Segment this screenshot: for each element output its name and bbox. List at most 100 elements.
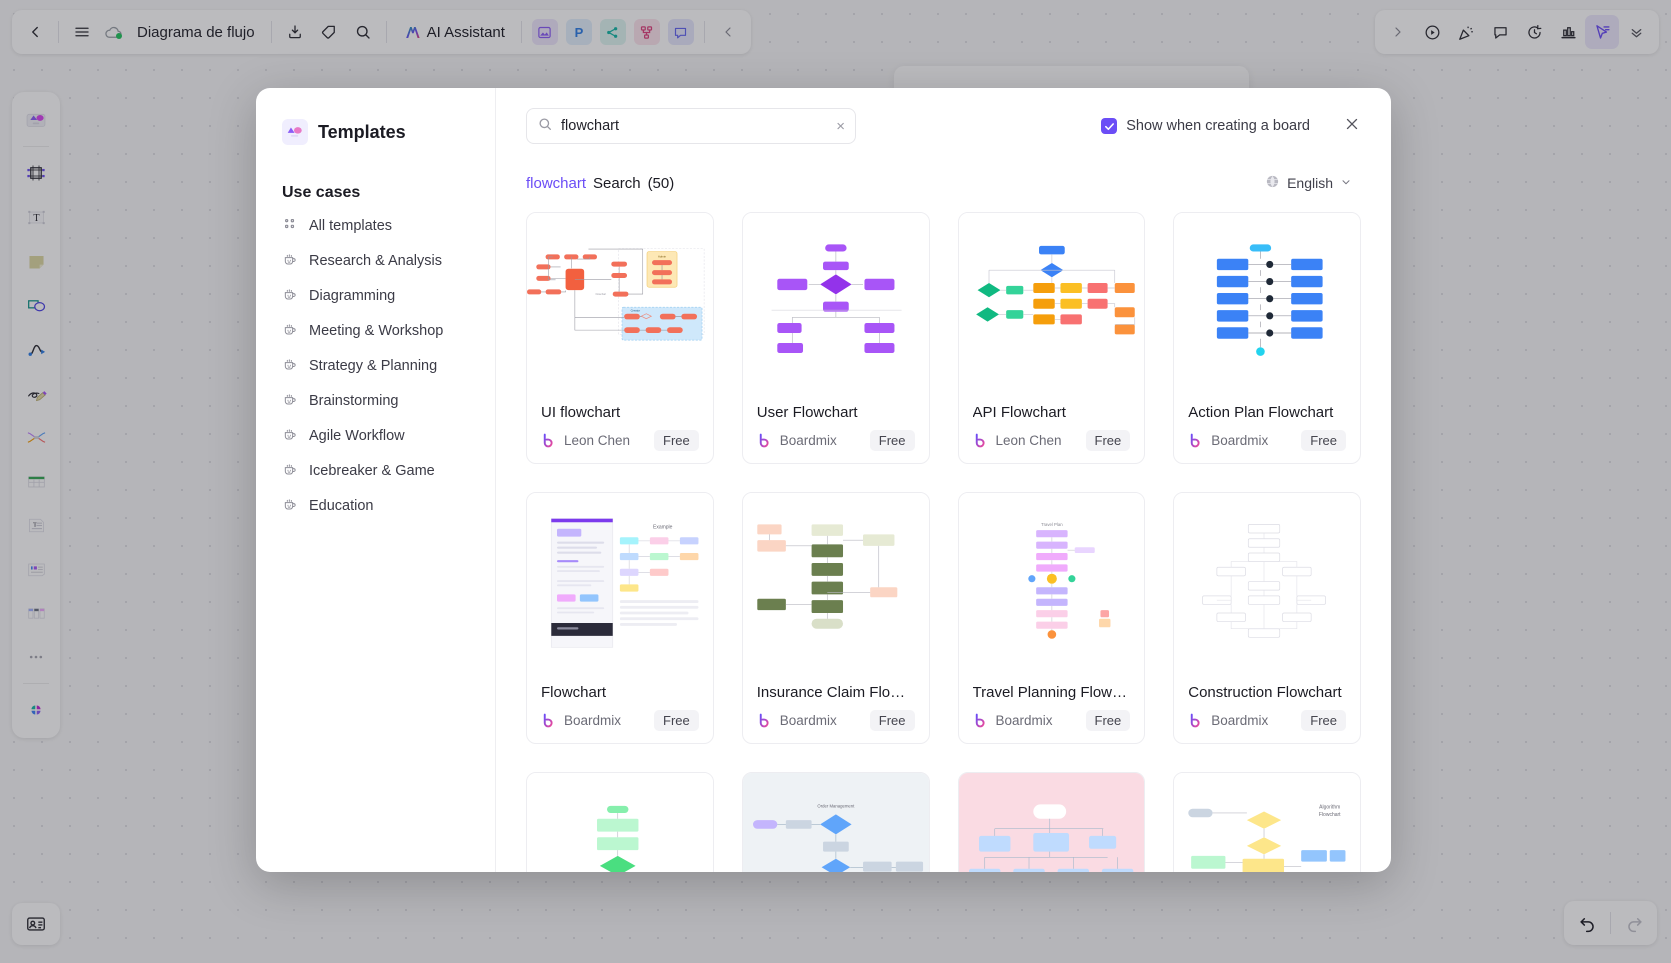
modal-sidebar: Templates Use cases All templates Resear… [256, 88, 496, 872]
modal-header: × Show when creating a board [496, 88, 1391, 164]
templates-brand: Templates [256, 110, 495, 154]
template-card[interactable]: Admin Creator Flowchart UI flowchart Leo… [526, 212, 714, 464]
svg-text:Admin: Admin [658, 254, 666, 258]
sidebar-item-icebreaker-game[interactable]: Icebreaker & Game [270, 453, 481, 488]
template-title: User Flowchart [756, 404, 858, 421]
template-thumbnail [1174, 213, 1360, 393]
template-title: Insurance Claim Flowchart [756, 684, 915, 701]
template-thumbnail [1174, 493, 1360, 673]
sidebar-item-label: Brainstorming [309, 392, 399, 409]
boardmix-logo-icon [1191, 713, 1200, 728]
template-card[interactable]: API Flowchart Leon Chen Free [957, 212, 1146, 464]
boardmix-logo-icon [543, 433, 553, 448]
search-input[interactable] [561, 118, 829, 134]
template-meta: Boardmix Free [973, 710, 1131, 731]
template-card[interactable]: Example Flowchart Boardmix Free [526, 492, 714, 744]
template-card[interactable]: Construction Flowchart Boardmix Free [1173, 492, 1361, 744]
template-author: Boardmix [779, 433, 837, 448]
cup-icon [282, 461, 298, 481]
template-card-body: Flowchart Boardmix Free [527, 673, 713, 743]
grid-icon [282, 216, 298, 236]
sidebar-item-label: Meeting & Workshop [309, 322, 444, 339]
template-card[interactable]: Order Management [741, 772, 930, 872]
template-card[interactable] [526, 772, 714, 872]
cup-icon [282, 496, 298, 516]
results-query: flowchart [526, 174, 587, 192]
sidebar-item-label: All templates [309, 217, 393, 234]
sidebar-item-meeting-workshop[interactable]: Meeting & Workshop [270, 313, 481, 348]
cup-icon [282, 391, 298, 411]
sidebar-item-label: Strategy & Planning [309, 357, 438, 374]
templates-brand-icon [282, 119, 308, 145]
show-when-creating-label: Show when creating a board [1126, 118, 1310, 134]
template-meta: Leon Chen Free [973, 430, 1131, 451]
template-card[interactable]: User Flowchart Boardmix Free [741, 212, 930, 464]
template-price-badge: Free [1301, 430, 1346, 451]
template-title: Action Plan Flowchart [1188, 404, 1334, 421]
template-card[interactable]: Algorithm Flowchart [1173, 772, 1361, 872]
template-thumbnail [527, 773, 713, 872]
template-card[interactable]: Insurance Claim Flowchart Boardmix Free [741, 492, 930, 744]
cup-icon [282, 356, 298, 376]
language-value: English [1287, 175, 1333, 191]
cup-icon [282, 426, 298, 446]
sidebar-item-all-templates[interactable]: All templates [270, 208, 481, 243]
template-meta: Leon Chen Free [541, 430, 699, 451]
template-thumbnail [958, 213, 1145, 393]
svg-text:Creator: Creator [631, 309, 641, 313]
sidebar-item-research-analysis[interactable]: Research & Analysis [270, 243, 481, 278]
template-author: Boardmix [779, 713, 837, 728]
cup-icon [282, 286, 298, 306]
boardmix-logo-icon [975, 713, 985, 728]
results-count: (50) [647, 174, 675, 192]
sidebar-item-label: Research & Analysis [309, 252, 442, 269]
templates-brand-label: Templates [318, 121, 406, 142]
svg-text:Flowchart: Flowchart [596, 293, 607, 296]
template-price-badge: Free [654, 710, 699, 731]
sidebar-item-agile-workflow[interactable]: Agile Workflow [270, 418, 481, 453]
template-card-body: Travel Planning Flowchart Boardmix Free [959, 673, 1145, 743]
template-meta: Boardmix Free [757, 710, 915, 731]
search-field-wrapper[interactable]: × [526, 108, 856, 144]
template-card-body: UI flowchart Leon Chen Free [527, 393, 713, 463]
boardmix-logo-icon [975, 433, 985, 448]
language-selector[interactable]: English [1256, 169, 1361, 197]
sidebar-item-diagramming[interactable]: Diagramming [270, 278, 481, 313]
template-title: Travel Planning Flowchart [972, 684, 1131, 701]
template-author: Boardmix [1211, 713, 1269, 728]
template-thumbnail: Admin Creator Flowchart [527, 213, 713, 393]
template-title: Flowchart [541, 684, 607, 701]
close-modal-button[interactable] [1343, 115, 1361, 137]
template-card-body: Action Plan Flowchart Boardmix Free [1174, 393, 1360, 463]
svg-text:Travel Plan: Travel Plan [1041, 522, 1063, 527]
cup-icon [282, 251, 298, 271]
template-meta: Boardmix Free [1188, 710, 1346, 731]
svg-text:Order Management: Order Management [817, 803, 855, 808]
sidebar-item-strategy-planning[interactable]: Strategy & Planning [270, 348, 481, 383]
template-grid-scroll[interactable]: Admin Creator Flowchart UI flowchart Leo… [496, 202, 1391, 872]
template-card[interactable] [957, 772, 1146, 872]
show-when-creating-checkbox[interactable] [1101, 118, 1118, 134]
sidebar-item-label: Education [309, 497, 374, 514]
template-card[interactable]: Travel Plan Travel Planning Flowchart Bo… [957, 492, 1146, 744]
search-icon [537, 116, 553, 137]
template-card[interactable]: Action Plan Flowchart Boardmix Free [1173, 212, 1361, 464]
boardmix-logo-icon [759, 713, 769, 728]
template-author: Boardmix [995, 713, 1053, 728]
template-meta: Boardmix Free [541, 710, 699, 731]
template-thumbnail: Travel Plan [958, 493, 1145, 673]
clear-search-icon[interactable]: × [836, 119, 845, 134]
template-card-body: API Flowchart Leon Chen Free [959, 393, 1145, 463]
boardmix-logo-icon [543, 713, 553, 728]
template-author: Leon Chen [995, 433, 1062, 448]
template-author: Boardmix [1211, 433, 1269, 448]
sidebar-item-brainstorming[interactable]: Brainstorming [270, 383, 481, 418]
template-author: Leon Chen [564, 433, 631, 448]
template-title: Construction Flowchart [1188, 684, 1342, 701]
template-card-body: Insurance Claim Flowchart Boardmix Free [743, 673, 929, 743]
template-price-badge: Free [869, 430, 915, 451]
sidebar-item-education[interactable]: Education [270, 488, 481, 523]
boardmix-logo-icon [759, 433, 769, 448]
templates-modal: Templates Use cases All templates Resear… [256, 88, 1391, 872]
template-price-badge: Free [1085, 430, 1131, 451]
